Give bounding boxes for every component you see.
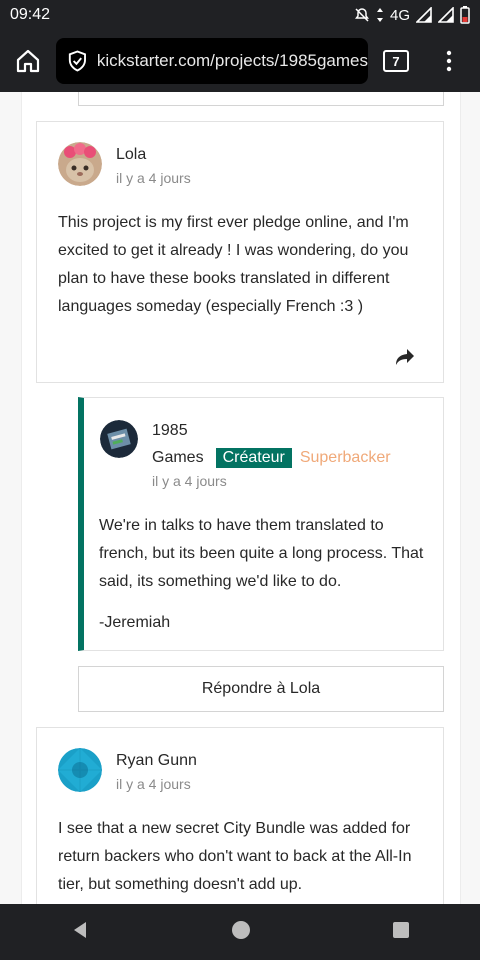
more-vert-icon	[446, 50, 452, 72]
geometric-avatar-image	[58, 748, 102, 792]
creator-avatar	[100, 420, 138, 458]
comment-author[interactable]: Lola	[116, 146, 146, 164]
network-type: 4G	[389, 6, 410, 24]
signal-icon	[416, 7, 432, 23]
status-time: 09:42	[10, 6, 51, 23]
comment-text-2: I see that a new secret City Bundle was …	[58, 820, 412, 893]
reply-signature: -Jeremiah	[99, 614, 171, 631]
comment-card: Lola il y a 4 jours This project is my f…	[36, 121, 444, 383]
tabs-button[interactable]: 7	[368, 30, 424, 92]
reply-text: We're in talks to have them translated t…	[99, 517, 424, 590]
address-bar[interactable]: kickstarter.com/projects/1985games	[56, 38, 368, 84]
tab-count: 7	[383, 50, 409, 72]
browser-toolbar: kickstarter.com/projects/1985games 7	[0, 30, 480, 92]
recents-square-icon	[392, 921, 409, 938]
reply-time: il y a 4 jours	[152, 473, 227, 489]
comment-author-2[interactable]: Ryan Gunn	[116, 752, 197, 770]
status-bar: 09:42 4G	[0, 0, 480, 30]
share-button[interactable]	[395, 348, 419, 372]
shield-check-icon	[68, 50, 86, 72]
creator-reply-card: 1985 Games Créateur Superbacker il y a 4 j…	[78, 397, 444, 651]
back-triangle-icon	[74, 921, 87, 938]
creator-badge: Créateur	[215, 448, 292, 468]
1985-games-logo-image	[100, 420, 138, 458]
home-button[interactable]	[0, 30, 56, 92]
cat-avatar-image	[58, 142, 102, 186]
url-text: kickstarter.com/projects/1985games	[96, 51, 368, 70]
comment-time: il y a 4 jours	[116, 170, 191, 186]
creator-author-line1[interactable]: 1985	[152, 422, 188, 440]
battery-low-icon	[460, 6, 470, 24]
signal-icon-2	[438, 7, 454, 23]
home-circle-icon	[231, 920, 250, 939]
overflow-menu-button[interactable]	[424, 30, 474, 92]
superbacker-badge: Superbacker	[299, 449, 391, 466]
page-content: Lola il y a 4 jours This project is my f…	[0, 92, 480, 904]
back-button[interactable]	[70, 920, 90, 945]
system-navigation-bar	[0, 904, 480, 960]
comment-text: This project is my first ever pledge onl…	[58, 214, 409, 315]
recents-button[interactable]	[392, 921, 410, 944]
comment-card-2: Ryan Gunn il y a 4 jours I see that a ne…	[36, 727, 444, 904]
reply-to-lola-button[interactable]: Répondre à Lola	[78, 666, 444, 712]
comments-column: Lola il y a 4 jours This project is my f…	[21, 92, 461, 904]
home-nav-button[interactable]	[231, 920, 251, 945]
mute-notifications-icon	[354, 8, 369, 22]
creator-author-row: Games Créateur Superbacker	[152, 448, 391, 468]
home-icon	[16, 49, 40, 73]
avatar-2	[58, 748, 102, 792]
comment-time-2: il y a 4 jours	[116, 776, 191, 792]
avatar	[58, 142, 102, 186]
share-arrow-icon	[396, 349, 414, 365]
data-transfer-icon	[376, 8, 383, 22]
creator-author-line2[interactable]: Games	[152, 449, 204, 466]
previous-reply-button-partial[interactable]	[78, 92, 444, 106]
status-icons: 4G	[354, 6, 470, 24]
